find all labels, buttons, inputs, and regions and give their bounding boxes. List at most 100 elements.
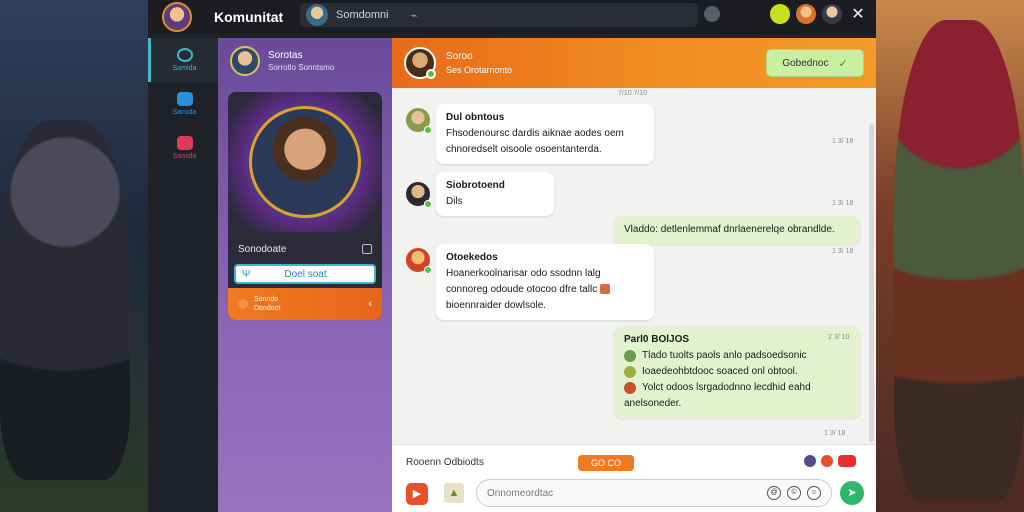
gamepad-icon [176, 136, 193, 150]
activity-icon[interactable]: ⌁ [411, 9, 418, 22]
notification-icon[interactable] [770, 4, 790, 24]
message-text: bioennraider dowlsole. [446, 300, 547, 311]
chat-icon [176, 92, 193, 106]
message-time: 7/10 7/10 [618, 90, 648, 97]
attach-button[interactable]: ▶ [406, 483, 428, 505]
message-text: Vladdo: detlenlemmaf dnrlaenerelqe obran… [624, 224, 835, 235]
message-input[interactable]: Onnomeordtac @ © ☺ [476, 479, 832, 507]
search-user-name: Somdomni [336, 9, 389, 21]
profile-action-button[interactable]: Ψ Doel soat [234, 264, 376, 284]
record-icon[interactable] [838, 455, 856, 467]
message-input-placeholder: Onnomeordtac [487, 487, 554, 499]
message-text: connoreg odoude otocoo dfre tallc [446, 284, 598, 295]
gif-button[interactable]: ▲ [444, 483, 464, 503]
mention-icon[interactable]: @ [767, 486, 781, 500]
message-text: Ioaedeohbtdooc soaced onl obtool. [642, 366, 798, 377]
profile-card-name: Sonodoate [238, 244, 287, 255]
sticker-icon[interactable] [821, 455, 833, 467]
message-text: Tlado tuolts paols anlo padsoedsonic [642, 350, 807, 361]
app-title: Komunitat [214, 9, 284, 25]
status-icon[interactable] [704, 6, 720, 22]
profile-icon[interactable] [822, 4, 842, 24]
message-avatar[interactable] [406, 248, 432, 274]
message-bubble: Dul obntous Fhsodenoursc dardis aiknae a… [436, 104, 654, 164]
message-sender: Dul obntous [446, 112, 505, 123]
scrollbar[interactable] [869, 124, 874, 442]
message-sender: Otoekedos [446, 252, 498, 263]
profile-hero [228, 92, 382, 232]
user-avatar-icon [624, 366, 636, 378]
status-bar[interactable]: Sonndo Dondoot ‹ [228, 288, 382, 320]
message-time: 1 3/ 18 [824, 430, 846, 437]
nav-item-chat[interactable]: Samida [148, 82, 218, 126]
background-art-right [874, 0, 1024, 512]
trident-icon: Ψ [242, 268, 251, 280]
online-indicator [426, 69, 436, 79]
emoji-icon [600, 284, 611, 295]
message-time: 1 3/ 18 [832, 248, 854, 255]
typing-badge[interactable]: GO CO [578, 455, 634, 471]
friends-icon[interactable] [796, 4, 816, 24]
profile-panel: Sorotas Sorrotlo Sonntsmo Sonodoate Ψ Do… [218, 38, 392, 512]
chat-contact-avatar[interactable] [404, 47, 436, 79]
user-avatar-icon [624, 382, 636, 394]
message-text: Fhsodenoursc dardis aiknae aodes oem [446, 128, 624, 139]
chat-header-button[interactable]: Gobednoc ✓ [766, 49, 864, 77]
message-time: 1 3/ 18 [832, 200, 854, 207]
search-user-avatar [306, 4, 328, 26]
message-time: 1 3/ 18 [832, 138, 854, 145]
status-icon [238, 299, 248, 309]
nav-item-label: Samida [172, 109, 197, 116]
copyright-icon[interactable]: © [787, 486, 801, 500]
message-time: 2 3/ 10 [828, 334, 850, 341]
message-feed[interactable]: 7/10 7/10 Dul obntous Fhsodenoursc dardi… [392, 88, 868, 444]
nav-item-label: Samida [172, 153, 197, 160]
reaction-icon[interactable] [804, 455, 816, 467]
background-art-left [0, 0, 150, 512]
chat-pane: Soroo Ses Orotarnonto Gobednoc ✓ 7/10 7/… [392, 38, 876, 512]
composer: Rooenn Odbiodts GO CO ▶ ▲ Onnomeordtac @… [392, 444, 876, 512]
chat-contact-status: Ses Orotarnonto [446, 65, 513, 75]
message-text: anelsoneder. [624, 398, 682, 409]
chat-contact-name: Soroo [446, 51, 473, 62]
nav-item-label: Samida [172, 65, 197, 72]
compass-icon [176, 48, 193, 62]
chat-header: Soroo Ses Orotarnonto Gobednoc ✓ [392, 38, 876, 88]
message-text: Hoanerkoolnarisar odo ssodnn lalg [446, 268, 601, 279]
message-avatar[interactable] [406, 108, 432, 134]
outgoing-message-bubble: Vladdo: detlenlemmaf dnrlaenerelqe obran… [614, 216, 860, 244]
profile-card: Sonodoate Ψ Doel soat Sonndo Dondoot ‹ [228, 92, 382, 320]
message-sender: Siobrotoend [446, 180, 505, 191]
status-line-2: Dondoot [254, 305, 281, 312]
emoji-icon[interactable]: ☺ [807, 486, 821, 500]
panel-user-subtitle: Sorrotlo Sonntsmo [268, 63, 335, 72]
profile-action-label: Doel soat [284, 268, 327, 280]
message-avatar[interactable] [406, 182, 432, 208]
outgoing-message-bubble: Parl0 BOlJOS Tlado tuolts paols anlo pad… [614, 326, 860, 418]
message-text: chnoredselt oisoole osoentanterda. [446, 144, 602, 155]
edit-icon[interactable] [362, 244, 372, 254]
check-icon: ✓ [838, 57, 848, 70]
profile-portrait [249, 106, 361, 218]
send-button[interactable]: ➤ [840, 481, 864, 505]
status-line-1: Sonndo [254, 296, 279, 303]
user-avatar-icon [624, 350, 636, 362]
chevron-left-icon[interactable]: ‹ [368, 298, 372, 310]
panel-user-name: Sorotas [268, 50, 303, 61]
app-window: Komunitat Somdomni ⌁ ✕ Samida Samida Sam… [148, 0, 876, 512]
message-title: Parl0 BOlJOS [624, 334, 690, 345]
nav-item-games[interactable]: Samida [148, 126, 218, 170]
message-text: Yolct odoos lsrgadodnno lecdhid eahd [642, 382, 811, 393]
message-bubble: Otoekedos Hoanerkoolnarisar odo ssodnn l… [436, 244, 654, 320]
close-icon[interactable]: ✕ [848, 4, 868, 24]
title-bar: Komunitat Somdomni ⌁ ✕ [148, 0, 876, 34]
message-text: Dils [446, 196, 463, 207]
panel-user-avatar[interactable] [230, 46, 260, 76]
user-search-bar[interactable]: Somdomni ⌁ [300, 3, 698, 27]
nav-item-explore[interactable]: Samida [148, 38, 218, 82]
app-avatar[interactable] [162, 2, 192, 32]
left-nav: Samida Samida Samida [148, 38, 218, 512]
chat-header-button-label: Gobednoc [782, 57, 829, 69]
message-bubble: Siobrotoend Dils [436, 172, 554, 216]
typing-indicator: Rooenn Odbiodts [406, 457, 484, 468]
